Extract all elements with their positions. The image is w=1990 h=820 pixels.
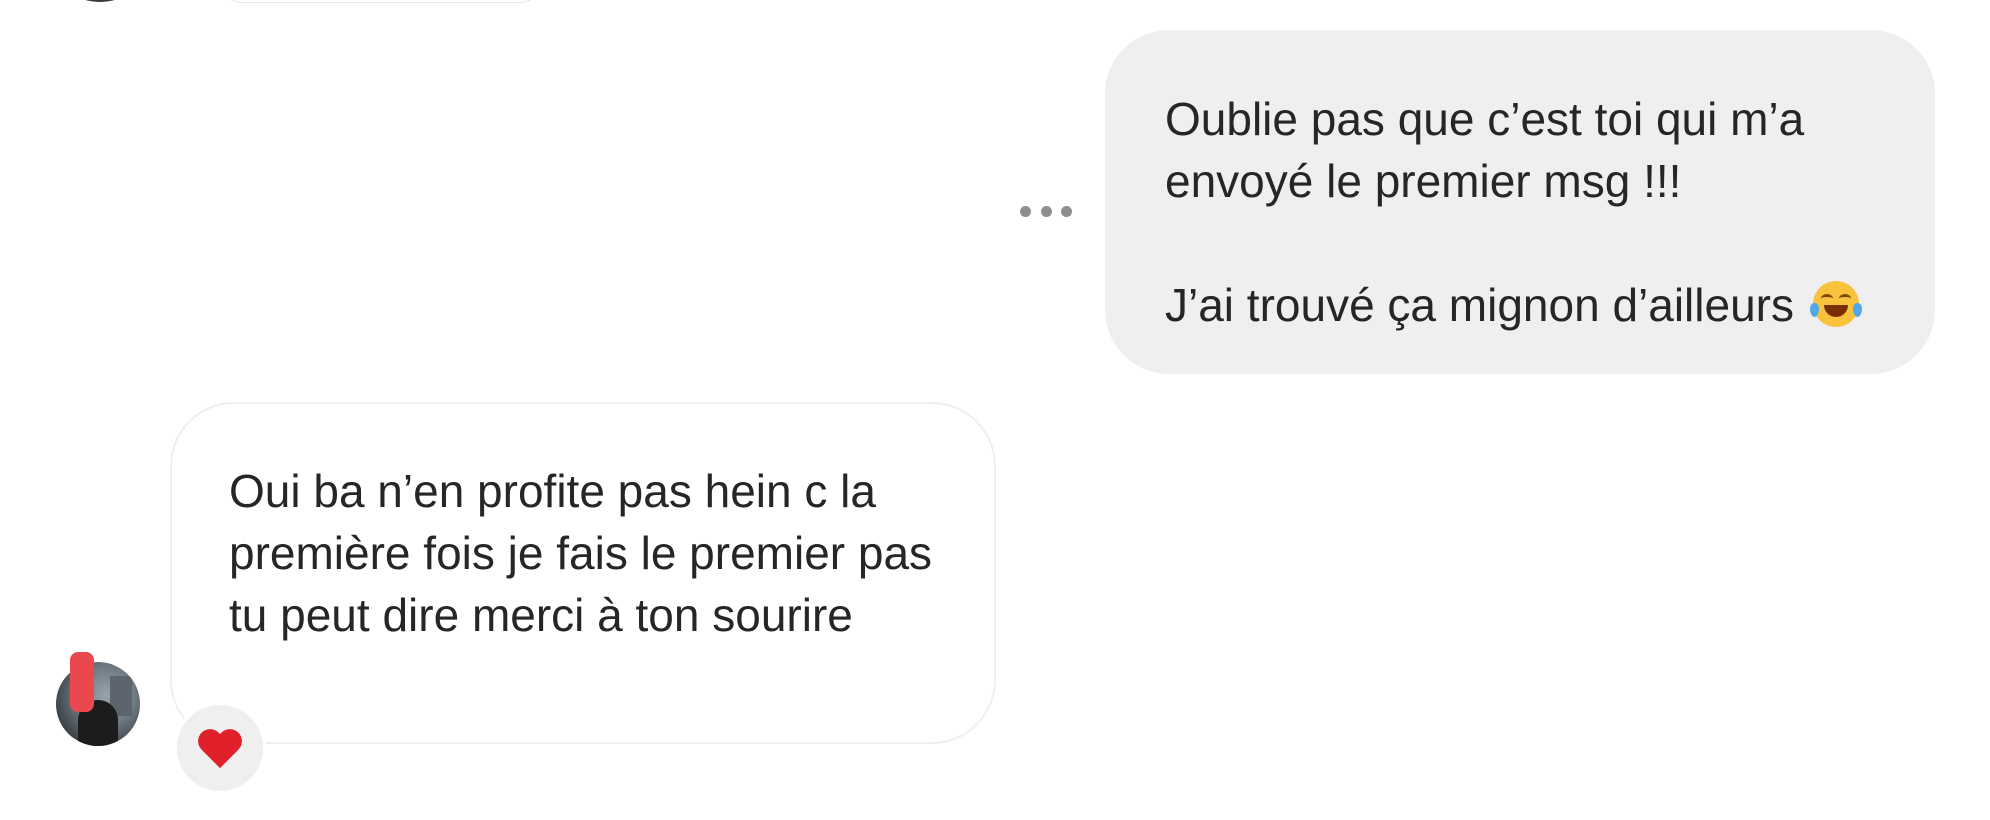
- received-message-bubble[interactable]: Oui ba n’en profite pas hein c la premiè…: [170, 402, 996, 744]
- sent-message-paragraph-2-text: J’ai trouvé ça mignon d’ailleurs: [1165, 279, 1794, 331]
- red-heart-icon: [198, 730, 242, 770]
- received-message-text: Oui ba n’en profite pas hein c la premiè…: [229, 465, 933, 641]
- previous-bubble-edge: [220, 0, 542, 3]
- dot: [1061, 205, 1072, 217]
- sent-message-paragraph-1: Oublie pas que c’est toi qui m’a envoyé …: [1165, 93, 1805, 207]
- dot: [1040, 205, 1052, 217]
- message-reaction[interactable]: [174, 702, 266, 794]
- dot: [1020, 205, 1031, 217]
- message-thread: Oublie pas que c’est toi qui m’a envoyé …: [0, 0, 1990, 820]
- more-options-icon[interactable]: [1020, 204, 1072, 218]
- avatar-redaction-mark: [70, 652, 94, 712]
- face-with-tears-of-joy-icon: [1809, 281, 1862, 327]
- sent-message-paragraph-2: J’ai trouvé ça mignon d’ailleurs: [1165, 274, 1875, 336]
- sent-message-bubble[interactable]: Oublie pas que c’est toi qui m’a envoyé …: [1105, 30, 1935, 374]
- sender-avatar[interactable]: [56, 662, 140, 746]
- previous-avatar-edge: [70, 0, 130, 2]
